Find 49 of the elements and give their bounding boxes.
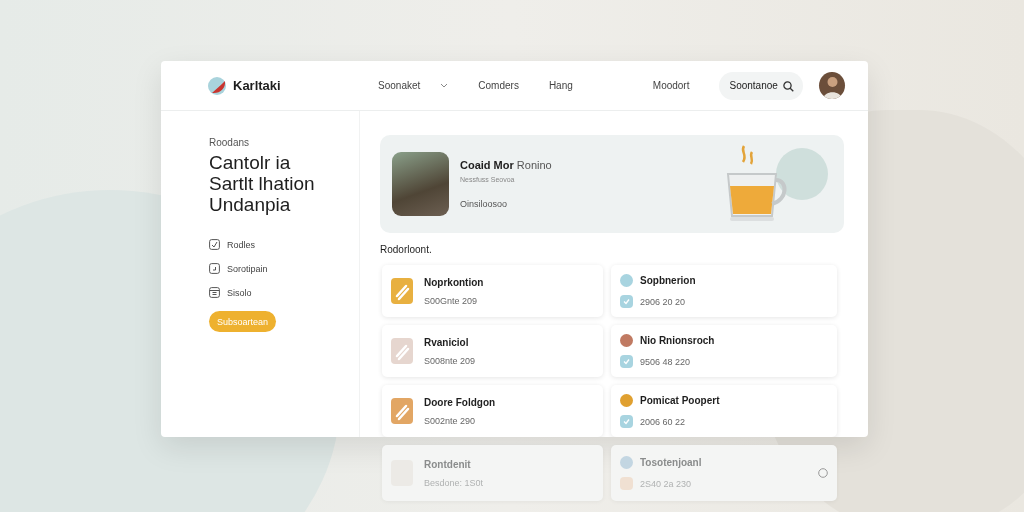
card-subtitle: Besdone: 1S0t [424, 477, 484, 488]
brand-name: Karltaki [233, 78, 281, 93]
check-icon [620, 415, 633, 428]
calendar-icon [209, 287, 220, 298]
check-icon [620, 355, 633, 368]
card-subtitle: S008nte 209 [424, 355, 476, 366]
card-title: Tosotenjoanl [640, 457, 702, 468]
list-card[interactable]: Rvaniciol S008nte 209 [382, 325, 603, 377]
nav-link[interactable]: Hang [548, 80, 573, 91]
sidebar-link[interactable]: Rodles [227, 239, 255, 250]
section-title: Rodorloont. [380, 244, 433, 255]
hero-title: Coaid Mor Ronino [460, 159, 553, 171]
card-title: Pomicat Poopert [640, 395, 720, 406]
info-icon [818, 468, 828, 478]
card-title: Rontdenit [424, 458, 472, 470]
nav-link[interactable]: Comders [478, 80, 519, 91]
card-title: Doore Foldgon [424, 396, 496, 408]
avatar[interactable] [819, 72, 845, 99]
square-icon [209, 263, 220, 274]
card-subtitle: 2006 60 22 [640, 416, 686, 427]
card-subtitle: S00Gnte 209 [424, 295, 479, 306]
sidebar-link[interactable]: Sorotipain [227, 263, 268, 274]
list-card[interactable]: Sopbnerion 2906 20 20 [611, 265, 837, 317]
caret-icon [440, 83, 449, 88]
card-subtitle: 2S40 2a 230 [640, 478, 692, 489]
card-title: Noprkontion [424, 276, 484, 288]
checkbox-icon [209, 239, 220, 250]
page-heading: Cantolr ia Sartlt lhation Undanpia [209, 152, 316, 215]
list-card[interactable]: Pomicat Poopert 2006 60 22 [611, 385, 837, 437]
card-title: Nio Rnionsroch [640, 335, 715, 346]
hero-meta: Oinsiloosoo [460, 199, 509, 209]
card-subtitle: 9506 48 220 [640, 356, 691, 367]
list-card[interactable]: Doore Foldgon S002nte 290 [382, 385, 603, 437]
list-card[interactable]: Nio Rnionsroch 9506 48 220 [611, 325, 837, 377]
search-field[interactable]: Soontanoe [719, 71, 804, 100]
card-subtitle: 2906 20 20 [640, 296, 686, 307]
card-title: Sopbnerion [640, 275, 696, 286]
photo-placeholder [392, 152, 449, 216]
list-card[interactable]: Noprkontion S00Gnte 209 [382, 265, 603, 317]
square-icon [620, 477, 633, 490]
nav-link[interactable]: Soonaket [378, 80, 449, 91]
search-icon [783, 80, 795, 92]
logo-icon [208, 76, 226, 95]
sidebar-link[interactable]: Sisolo [227, 287, 252, 298]
card-title: Rvaniciol [424, 336, 470, 348]
section-label: Roodans [209, 137, 251, 148]
nav-link[interactable]: Moodort [652, 80, 690, 91]
card-subtitle: S002nte 290 [424, 415, 477, 426]
check-icon [620, 295, 633, 308]
